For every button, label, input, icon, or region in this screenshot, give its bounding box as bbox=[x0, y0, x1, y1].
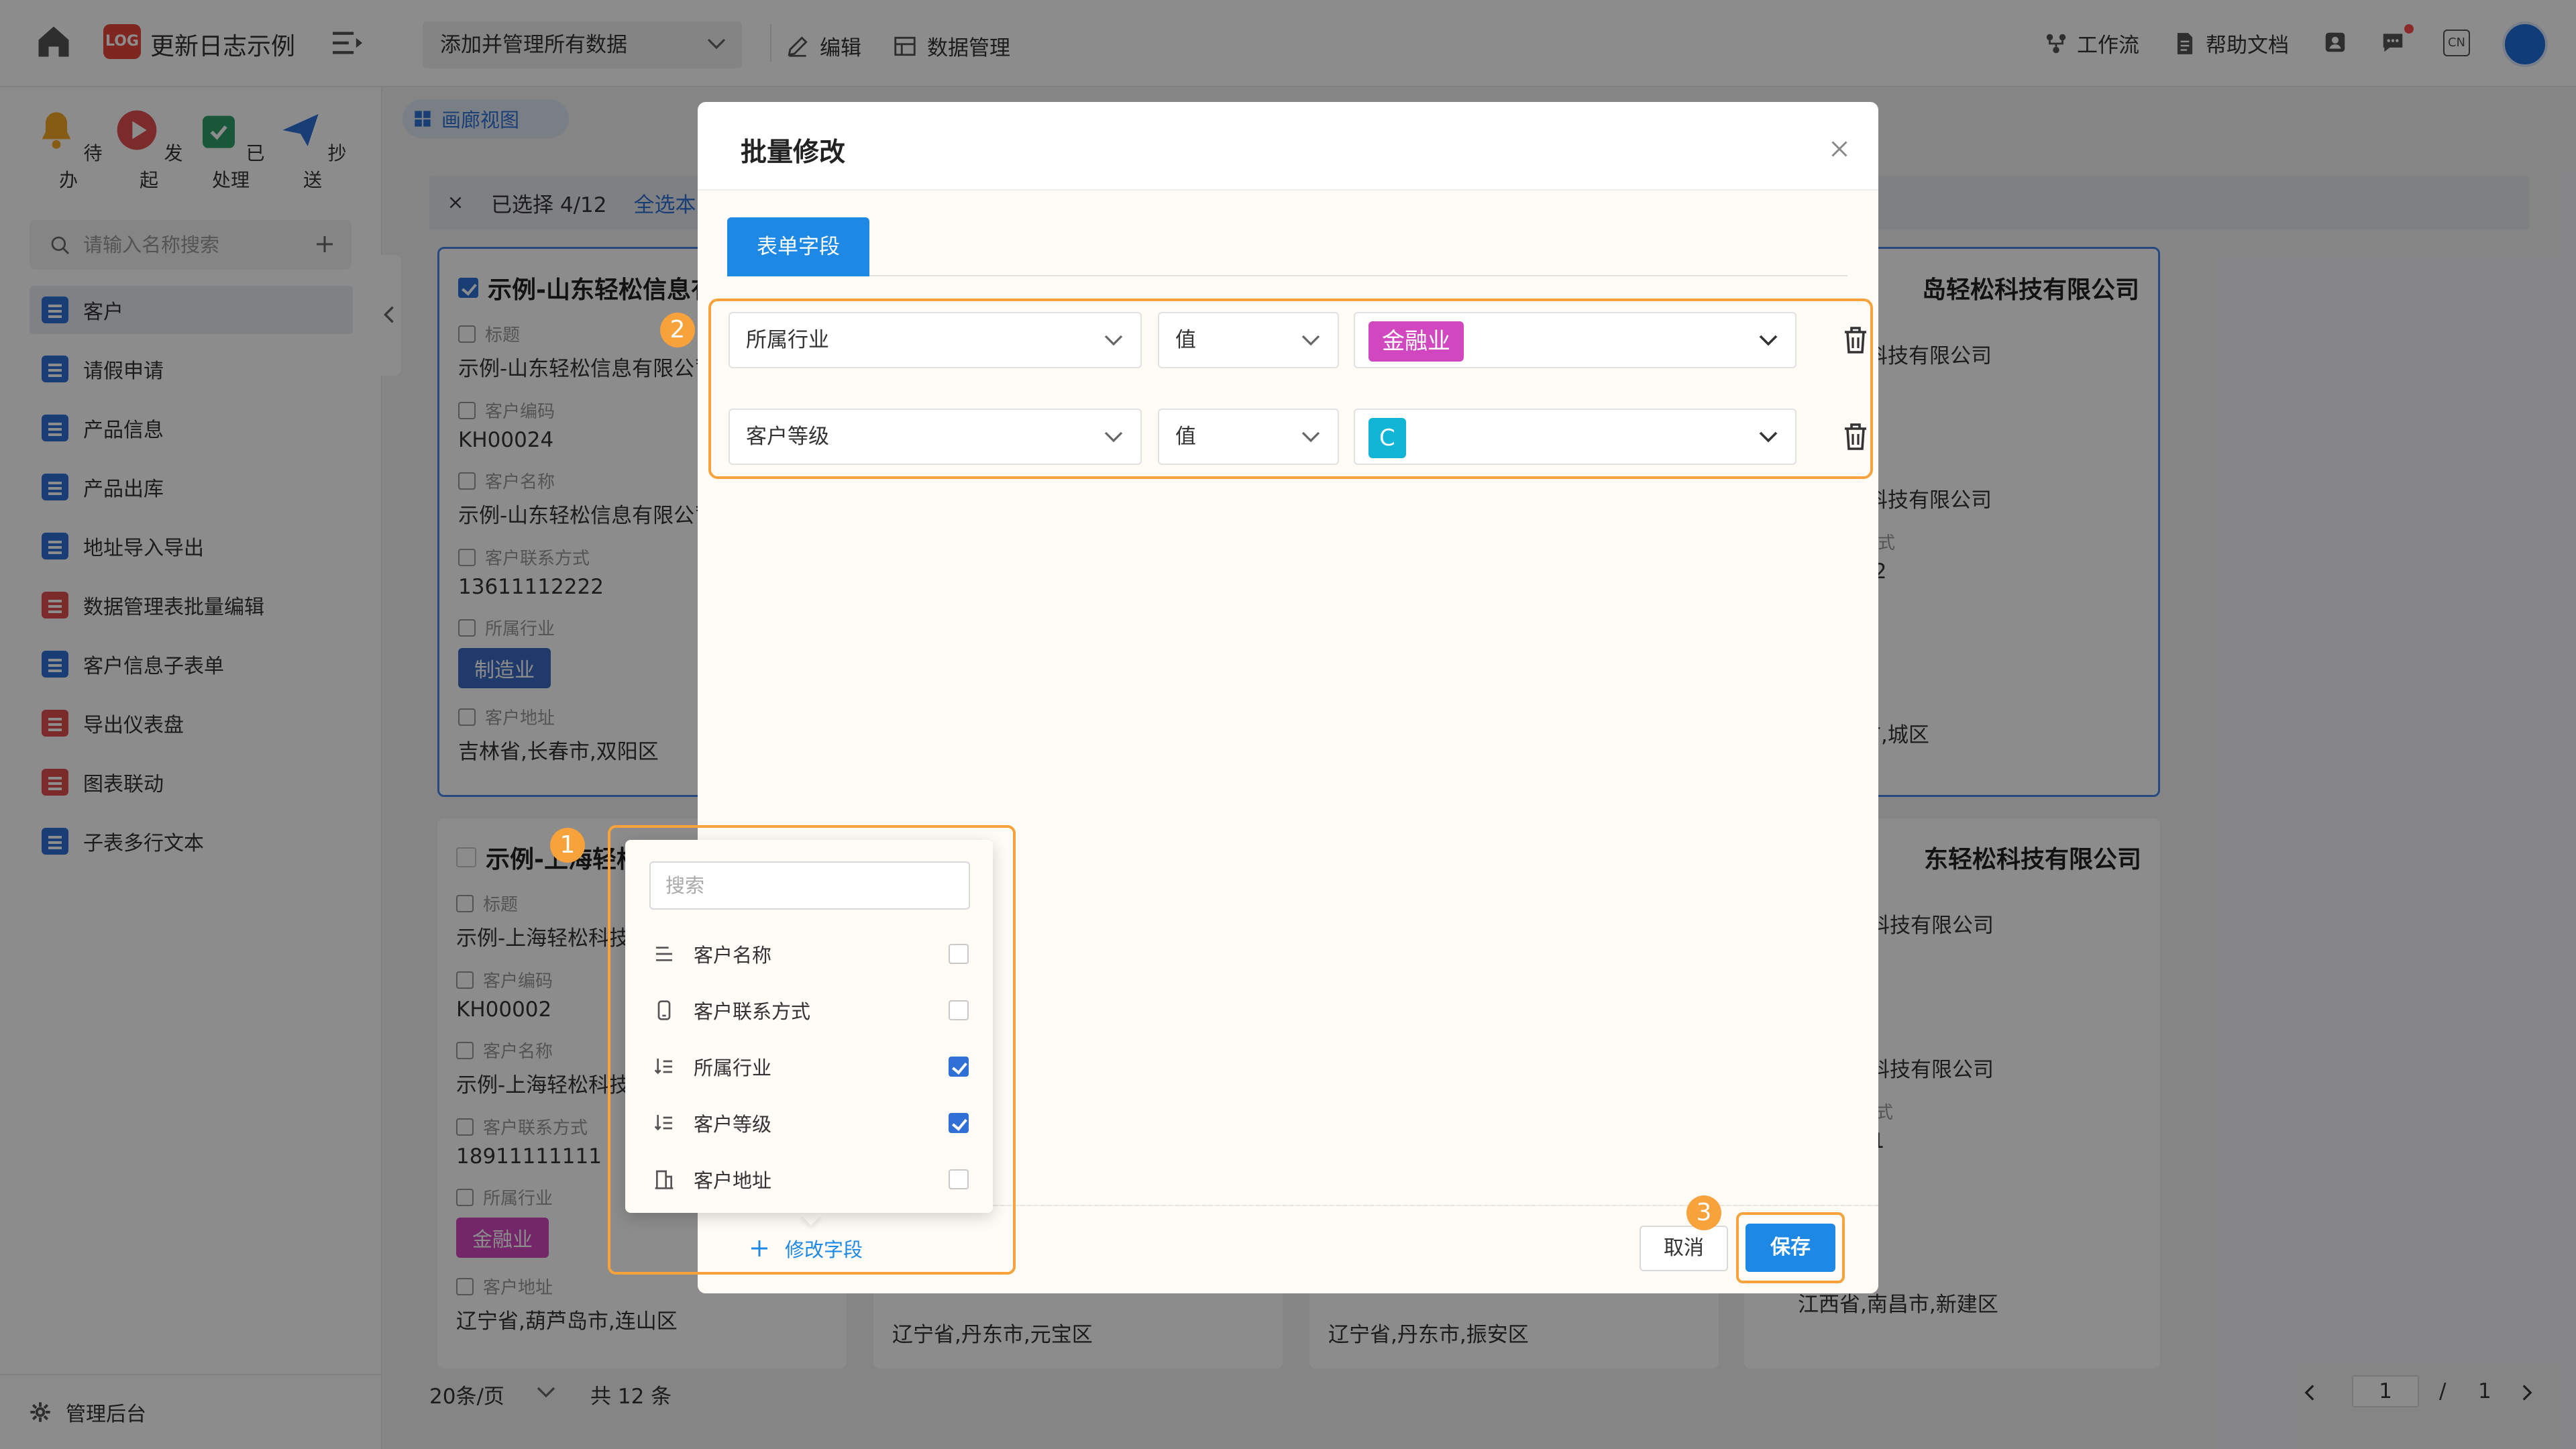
field-option-checkbox[interactable] bbox=[949, 1169, 969, 1189]
field-option-address[interactable]: 客户地址 bbox=[653, 1159, 969, 1199]
building-icon bbox=[655, 1170, 674, 1189]
save-button[interactable]: 保存 bbox=[1746, 1224, 1835, 1272]
mode-select-value: 值 bbox=[1175, 425, 1196, 449]
chevron-down-icon bbox=[1301, 431, 1320, 443]
chevron-down-icon bbox=[1104, 431, 1123, 443]
field-picker-popover: 搜索 客户名称 客户联系方式 所属行业 客户等级 客户地址 bbox=[625, 840, 993, 1213]
sort-list-icon bbox=[654, 1059, 672, 1075]
dialog-title: 批量修改 bbox=[741, 138, 846, 168]
edit-rule-row: 所属行业 值 金融业 bbox=[729, 312, 1869, 368]
trash-icon[interactable] bbox=[1842, 422, 1869, 451]
phone-icon bbox=[657, 1000, 671, 1020]
dialog-tabs: 表单字段 bbox=[727, 217, 1847, 276]
field-option-contact[interactable]: 客户联系方式 bbox=[653, 990, 969, 1030]
field-option-label: 客户联系方式 bbox=[694, 1000, 811, 1023]
trash-icon[interactable] bbox=[1842, 325, 1869, 355]
mode-select[interactable]: 值 bbox=[1158, 312, 1339, 368]
value-tag: 金融业 bbox=[1368, 321, 1464, 362]
field-option-checkbox[interactable] bbox=[949, 944, 969, 964]
edit-rule-row: 客户等级 值 C bbox=[729, 409, 1869, 465]
text-field-icon bbox=[656, 947, 672, 961]
field-select[interactable]: 客户等级 bbox=[729, 409, 1142, 465]
field-option-checkbox[interactable] bbox=[949, 1000, 969, 1020]
chevron-down-icon bbox=[1104, 335, 1123, 346]
field-search-input[interactable]: 搜索 bbox=[649, 861, 970, 910]
field-option-checkbox[interactable] bbox=[949, 1057, 969, 1077]
field-select[interactable]: 所属行业 bbox=[729, 312, 1142, 368]
step-badge-1: 1 bbox=[550, 828, 585, 863]
chevron-down-icon bbox=[1301, 335, 1320, 346]
dialog-header: 批量修改 bbox=[698, 102, 1878, 191]
value-select[interactable]: 金融业 bbox=[1354, 312, 1796, 368]
edit-rules-highlight: 所属行业 值 金融业 客户等级 值 C bbox=[708, 299, 1873, 479]
field-select-value: 所属行业 bbox=[746, 328, 829, 352]
field-option-industry[interactable]: 所属行业 bbox=[653, 1046, 969, 1087]
close-icon[interactable] bbox=[1827, 137, 1851, 161]
field-option-customer-name[interactable]: 客户名称 bbox=[653, 934, 969, 974]
value-select[interactable]: C bbox=[1354, 409, 1796, 465]
field-select-value: 客户等级 bbox=[746, 425, 829, 449]
mode-select[interactable]: 值 bbox=[1158, 409, 1339, 465]
chevron-down-icon bbox=[1759, 431, 1778, 443]
sort-list-icon bbox=[654, 1115, 672, 1131]
mode-select-value: 值 bbox=[1175, 328, 1196, 352]
value-tag: C bbox=[1368, 418, 1406, 458]
step-badge-3: 3 bbox=[1686, 1195, 1721, 1230]
chevron-down-icon bbox=[1759, 335, 1778, 346]
field-option-label: 所属行业 bbox=[694, 1057, 772, 1079]
field-option-level[interactable]: 客户等级 bbox=[653, 1103, 969, 1143]
tab-form-fields[interactable]: 表单字段 bbox=[727, 217, 869, 276]
field-option-checkbox[interactable] bbox=[949, 1113, 969, 1133]
step-badge-2: 2 bbox=[660, 313, 695, 347]
cancel-button[interactable]: 取消 bbox=[1640, 1226, 1728, 1271]
field-option-label: 客户名称 bbox=[694, 944, 772, 967]
field-option-label: 客户等级 bbox=[694, 1113, 772, 1136]
field-option-label: 客户地址 bbox=[694, 1169, 772, 1192]
